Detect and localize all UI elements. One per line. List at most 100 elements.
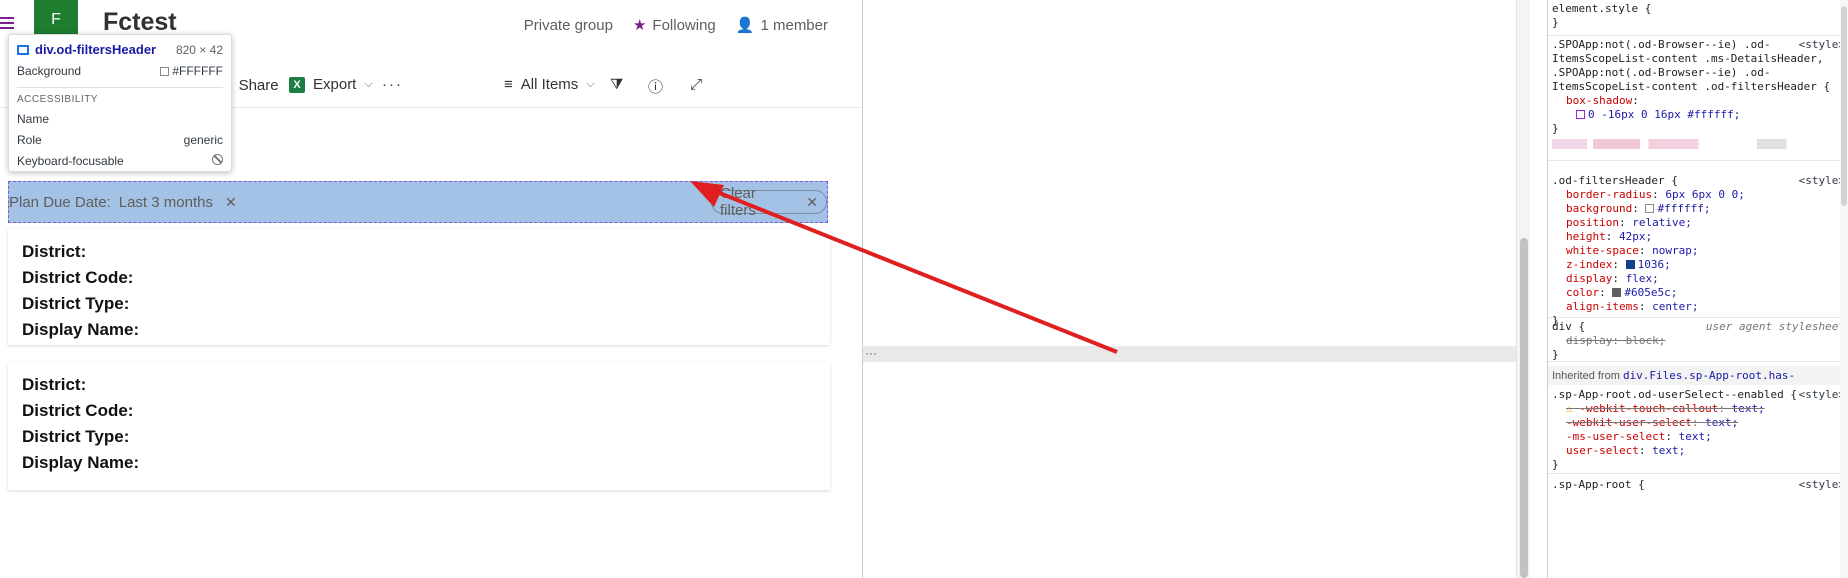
tooltip-name-row: Name	[17, 112, 223, 126]
view-label: All Items	[520, 76, 579, 93]
app-root-rule[interactable]: <style> .sp-App-root {	[1548, 476, 1848, 496]
info-icon[interactable]: ⓘ	[648, 76, 663, 97]
rule1: <style> .SPOApp:not(.od-Browser--ie) .od…	[1552, 38, 1845, 94]
star-icon: ★	[632, 17, 647, 34]
tooltip-size: 820 × 42	[175, 42, 223, 57]
tooltip-role-row: Role generic	[17, 133, 223, 147]
export-label: Export	[313, 76, 357, 93]
inherited-from-link[interactable]: div.Files.sp-App-root.has-	[1623, 369, 1795, 382]
box-shadow-rule[interactable]: <style> .SPOApp:not(.od-Browser--ie) .od…	[1548, 36, 1848, 161]
rule-source[interactable]: <style>	[1799, 38, 1845, 52]
css-declaration[interactable]: position: relative;	[1552, 216, 1845, 230]
ua-selector: div {	[1552, 320, 1586, 333]
rule2-selector: .od-filtersHeader {	[1552, 174, 1678, 187]
tooltip-keyboard-label: Keyboard-focusable	[17, 154, 124, 168]
tooltip-selector-text: div.od-filtersHeader	[35, 42, 157, 57]
css-declaration[interactable]: align-items: center;	[1552, 300, 1845, 314]
swatch-icon	[160, 67, 170, 76]
clear-filters-button[interactable]: Clear filters ✕	[711, 185, 827, 219]
css-declaration[interactable]: color: #605e5c;	[1552, 286, 1845, 300]
filters-header: Plan Due Date: Last 3 months ✕ Clear fil…	[8, 181, 828, 223]
filter-pill[interactable]: Last 3 months ✕	[111, 190, 245, 214]
export-button[interactable]: X Export ⌵	[289, 76, 373, 93]
filter-pill-value: Last 3 months	[118, 193, 213, 211]
warning-icon: ⚠	[1566, 402, 1580, 415]
tooltip-keyboard-row: Keyboard-focusable	[17, 154, 223, 168]
rule3-head: <style> .sp-App-root.od-userSelect--enab…	[1552, 388, 1845, 402]
rule1-decl: box-shadow: 0 -16px 0 16px #ffffff;	[1566, 94, 1741, 121]
filter-icon[interactable]: ⧩	[610, 76, 623, 93]
tooltip-role-value: generic	[183, 133, 223, 147]
user-select-rule[interactable]: <style> .sp-App-root.od-userSelect--enab…	[1548, 386, 1848, 474]
members-label: 1 member	[760, 17, 828, 34]
view-selector[interactable]: ≡ All Items ⌵	[504, 76, 595, 93]
chevron-down-icon: ⌵	[364, 78, 373, 90]
list-icon: ≡	[504, 76, 513, 93]
members-button[interactable]: 👤 1 member	[736, 16, 828, 34]
css-declaration[interactable]: ⚠ -webkit-touch-callout: text;	[1552, 402, 1845, 416]
tooltip-selector: div.od-filtersHeader	[17, 42, 156, 57]
tooltip-background-value: #FFFFFF	[172, 64, 223, 78]
grid-icon	[17, 44, 29, 55]
rule-close: }	[1552, 348, 1559, 361]
element-style-selector: element.style {	[1552, 2, 1652, 15]
css-declaration[interactable]: user-select: text;	[1552, 444, 1845, 458]
color-swatch-icon[interactable]	[1612, 288, 1622, 297]
filtersheader-rule[interactable]: <style> .od-filtersHeader { border-radiu…	[1548, 172, 1848, 327]
ua-div-rule: user agent stylesheet div { display: blo…	[1548, 318, 1848, 362]
tooltip-accessibility-heading: ACCESSIBILITY	[17, 87, 223, 105]
styles-scrollbar[interactable]	[1840, 0, 1848, 578]
field-district: District:	[22, 375, 87, 394]
rule-source[interactable]: <style>	[1799, 174, 1845, 188]
css-declaration[interactable]: white-space: nowrap;	[1552, 244, 1845, 258]
rule-source[interactable]: <style>	[1799, 478, 1845, 492]
list-item-card[interactable]: District: District Code: District Type: …	[8, 229, 830, 345]
elements-scrollbar[interactable]	[1516, 0, 1530, 578]
more-options-icon[interactable]: ···	[865, 346, 877, 360]
menu-icon[interactable]	[0, 14, 14, 30]
selected-dom-row[interactable]	[863, 346, 1530, 362]
shadow-swatch-icon[interactable]	[1576, 110, 1585, 119]
more-button[interactable]: ···	[382, 76, 403, 93]
redacted-rule	[1552, 139, 1845, 149]
scrollbar-thumb[interactable]	[1841, 6, 1847, 206]
ua-prop: display: block;	[1566, 334, 1666, 347]
filter-label: Plan Due Date:	[9, 193, 111, 211]
field-district: District:	[22, 242, 87, 261]
color-swatch-icon[interactable]	[1645, 204, 1655, 213]
color-swatch-icon[interactable]	[1625, 260, 1635, 269]
scrollbar-thumb[interactable]	[1520, 238, 1528, 578]
css-declaration[interactable]: background: #ffffff;	[1552, 202, 1845, 216]
field-display-name: Display Name:	[22, 320, 140, 339]
share-label: Share	[238, 76, 279, 94]
css-declaration[interactable]: display: flex;	[1552, 272, 1845, 286]
field-district-type: District Type:	[22, 294, 130, 313]
rule1-selector: .SPOApp:not(.od-Browser--ie) .od-ItemsSc…	[1552, 38, 1831, 93]
expand-icon[interactable]: ⤢	[690, 76, 702, 93]
css-declaration[interactable]: z-index: 1036;	[1552, 258, 1845, 272]
css-declaration[interactable]: -webkit-user-select: text;	[1552, 416, 1845, 430]
rule-source[interactable]: <style>	[1799, 388, 1845, 402]
css-declaration[interactable]: -ms-user-select: text;	[1552, 430, 1845, 444]
excel-icon: X	[289, 76, 305, 93]
inherited-label: Inherited from	[1552, 370, 1620, 382]
rule-close: }	[1552, 122, 1559, 135]
tooltip-background-label: Background	[17, 64, 82, 78]
css-declaration[interactable]: height: 42px;	[1552, 230, 1845, 244]
rule-close: }	[1552, 16, 1559, 29]
close-icon[interactable]: ✕	[225, 194, 237, 211]
list-item-card[interactable]: District: District Code: District Type: …	[8, 362, 830, 490]
site-title[interactable]: Fctest	[103, 8, 177, 37]
chevron-down-icon: ⌵	[586, 78, 595, 90]
element-style-rule[interactable]: element.style { }	[1548, 0, 1848, 36]
follow-label: Following	[652, 17, 716, 34]
css-declaration[interactable]: border-radius: 6px 6px 0 0;	[1552, 188, 1845, 202]
follow-button[interactable]: ★ Following	[633, 16, 716, 34]
rule2-declarations: border-radius: 6px 6px 0 0; background: #…	[1552, 188, 1845, 314]
tooltip-role-label: Role	[17, 133, 42, 147]
field-district-code: District Code:	[22, 401, 134, 420]
site-meta: Private group ★ Following 👤 1 member	[524, 16, 828, 35]
prop-name: box-shadow	[1566, 94, 1633, 107]
rule4-selector: .sp-App-root {	[1552, 478, 1645, 491]
clear-filters-label: Clear filters	[720, 185, 756, 219]
